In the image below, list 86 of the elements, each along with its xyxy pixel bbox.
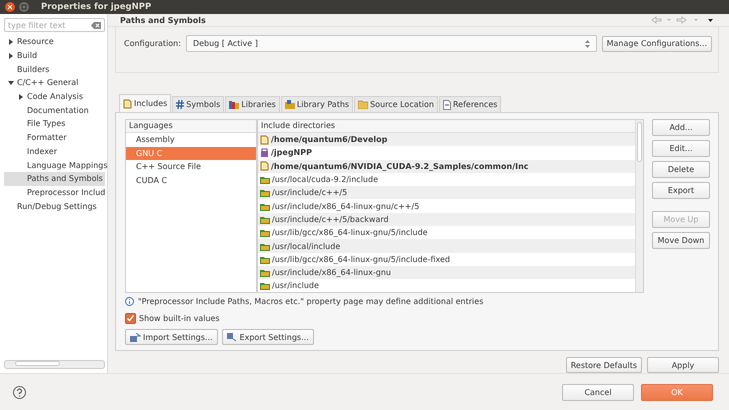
checkbox-label: Show built-in values: [139, 314, 220, 323]
manage-configurations-button[interactable]: Manage Configurations...: [602, 36, 712, 52]
tree-item[interactable]: Paths and Symbols: [4, 172, 105, 186]
document-icon: [123, 98, 132, 108]
horizontal-scrollbar[interactable]: [4, 360, 105, 369]
folder-icon: [260, 242, 270, 251]
vertical-scrollbar[interactable]: [635, 120, 643, 292]
folder-icon: [260, 254, 270, 264]
page-title: Paths and Symbols: [120, 16, 206, 24]
side-button[interactable]: Export: [652, 182, 710, 199]
tab[interactable]: Symbols: [172, 96, 224, 112]
folder-icon: [358, 100, 368, 109]
close-icon[interactable]: [5, 2, 15, 12]
include-row[interactable]: /usr/include/c++/5: [258, 186, 635, 200]
tree-item[interactable]: Resource: [4, 35, 105, 49]
tab[interactable]: References: [438, 96, 502, 112]
side-button[interactable]: Move Down: [652, 232, 710, 249]
include-row[interactable]: /home/quantum6/NVIDIA_CUDA-9.2_Samples/common/Inc: [258, 160, 635, 173]
filter-field[interactable]: type filter text: [4, 18, 105, 32]
language-item[interactable]: CUDA C: [126, 174, 256, 188]
include-row[interactable]: /usr/local/cuda-9.2/include: [258, 172, 635, 186]
tree-item[interactable]: C/C++ General: [4, 76, 105, 90]
configuration-dropdown[interactable]: Debug [ Active ]: [186, 35, 597, 52]
include-row[interactable]: /usr/include/x86_64-linux-gnu: [258, 266, 635, 280]
include-row[interactable]: /jpegNPP: [258, 146, 635, 160]
include-row[interactable]: /home/quantum6/Develop: [258, 133, 635, 146]
window-title: Properties for jpegNPP: [41, 2, 152, 12]
checkbox[interactable]: [125, 313, 136, 324]
side-button[interactable]: Delete: [652, 161, 710, 178]
include-row[interactable]: /usr/include/c++/5/backward: [258, 212, 635, 226]
import-icon: [130, 332, 141, 342]
export-settings-button[interactable]: Export Settings...: [222, 329, 314, 345]
tree-item[interactable]: File Types: [4, 117, 105, 131]
export-icon: [226, 332, 238, 342]
include-row[interactable]: /usr/include: [258, 279, 635, 293]
tree-item[interactable]: Code Analysis: [4, 90, 105, 104]
help-icon[interactable]: [13, 386, 26, 398]
include-row[interactable]: /usr/lib/gcc/x86_64-linux-gnu/5/include-fixed: [258, 252, 635, 266]
import-settings-button[interactable]: Import Settings...: [125, 329, 218, 345]
cancel-button[interactable]: Cancel: [562, 384, 634, 400]
language-item[interactable]: C++ Source File: [126, 160, 256, 174]
include-row[interactable]: /usr/lib/gcc/x86_64-linux-gnu/5/include: [258, 226, 635, 240]
include-row[interactable]: /usr/local/include: [258, 239, 635, 253]
folder-icon: [260, 202, 270, 211]
side-button[interactable]: Edit...: [652, 140, 710, 157]
spinner-arrows-icon: [584, 40, 590, 48]
clear-icon[interactable]: [91, 22, 101, 29]
apply-button[interactable]: Apply: [647, 357, 719, 373]
package-icon: [260, 148, 269, 158]
info-icon: [125, 297, 134, 306]
collapsed-arrow-icon[interactable]: [8, 52, 14, 59]
column-header: Include directories: [258, 120, 635, 133]
tab[interactable]: Libraries: [225, 96, 280, 112]
tree-item[interactable]: Documentation: [4, 103, 105, 118]
side-button[interactable]: Add...: [652, 119, 710, 136]
include-row[interactable]: /usr/include/x86_64-linux-gnu/c++/5: [258, 199, 635, 213]
document-icon: [260, 134, 269, 145]
tab[interactable]: Library Paths: [280, 96, 354, 112]
collapsed-arrow-icon[interactable]: [8, 38, 14, 45]
tab[interactable]: Source Location: [354, 96, 438, 112]
document-icon: [260, 161, 269, 172]
configuration-label: Configuration:: [124, 39, 181, 48]
tree-item[interactable]: Builders: [4, 62, 105, 76]
tree-item[interactable]: Language Mappings: [4, 158, 105, 172]
folder-icon: [260, 268, 270, 278]
tree-item[interactable]: Run/Debug Settings: [4, 199, 105, 213]
folder-icon: [260, 175, 270, 184]
tree-item[interactable]: Formatter: [4, 130, 105, 144]
hash-icon: [176, 100, 184, 109]
folder-icon: [284, 100, 295, 109]
tree-item[interactable]: Preprocessor Includ: [4, 186, 105, 200]
collapsed-arrow-icon[interactable]: [18, 94, 24, 100]
books-icon: [229, 100, 240, 109]
language-item[interactable]: Assembly: [126, 133, 256, 147]
info-text: "Preprocessor Include Paths, Macros etc." property page may define additional entries: [138, 297, 484, 306]
expanded-arrow-icon[interactable]: [8, 80, 14, 86]
tab[interactable]: Includes: [119, 94, 172, 112]
restore-defaults-button[interactable]: Restore Defaults: [566, 357, 642, 373]
tree-item[interactable]: Indexer: [4, 144, 105, 158]
folder-icon: [260, 188, 270, 198]
folder-icon: [260, 214, 270, 224]
folder-icon: [260, 281, 270, 290]
column-header: Languages: [126, 120, 256, 133]
document-icon: [442, 100, 451, 110]
tree-item[interactable]: Build: [4, 48, 105, 62]
folder-icon: [260, 228, 270, 238]
